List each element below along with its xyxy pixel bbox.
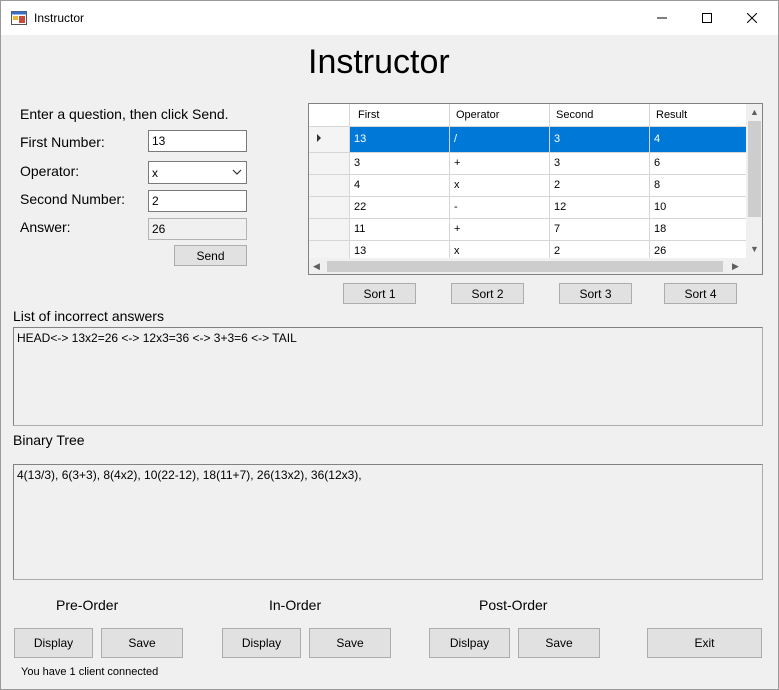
cell-operator[interactable]: x — [449, 174, 550, 197]
in-order-label: In-Order — [269, 597, 322, 613]
page-title: Instructor — [308, 43, 450, 81]
minimize-button[interactable] — [639, 1, 685, 35]
in-order-save-button[interactable]: Save — [309, 628, 391, 658]
vertical-scrollbar[interactable]: ▲ ▼ — [746, 104, 762, 258]
cell-operator[interactable]: + — [449, 152, 550, 175]
column-header-result[interactable]: Result — [649, 104, 750, 127]
cell-first[interactable]: 4 — [349, 174, 450, 197]
maximize-icon — [702, 13, 712, 23]
pre-order-display-button[interactable]: Display — [14, 628, 93, 658]
close-button[interactable] — [729, 1, 775, 35]
cell-first[interactable]: 13 — [349, 126, 450, 153]
post-order-label: Post-Order — [479, 597, 548, 613]
operator-label: Operator: — [20, 163, 80, 179]
title-bar[interactable]: Instructor — [1, 1, 778, 35]
minimize-icon — [657, 17, 667, 19]
row-selector[interactable] — [309, 152, 350, 175]
status-text: You have 1 client connected — [21, 666, 159, 678]
answer-field: 26 — [148, 218, 247, 240]
answer-label: Answer: — [20, 219, 71, 235]
cell-operator[interactable]: + — [449, 218, 550, 241]
post-order-save-button[interactable]: Save — [518, 628, 600, 658]
horizontal-scroll-thumb[interactable] — [327, 261, 723, 272]
table-row[interactable]: 3 + 3 6 — [309, 152, 750, 175]
binary-tree-box[interactable]: 4(13/3), 6(3+3), 8(4x2), 10(22-12), 18(1… — [13, 464, 763, 580]
table-row[interactable]: 22 - 12 10 — [309, 196, 750, 219]
cell-second[interactable]: 2 — [549, 174, 650, 197]
maximize-button[interactable] — [684, 1, 730, 35]
sort-1-button[interactable]: Sort 1 — [343, 283, 416, 304]
chevron-down-icon — [232, 169, 242, 175]
incorrect-answers-label: List of incorrect answers — [13, 308, 164, 324]
column-header-second[interactable]: Second — [549, 104, 650, 127]
close-icon — [747, 13, 757, 23]
in-order-display-button[interactable]: Display — [222, 628, 301, 658]
cell-second[interactable]: 12 — [549, 196, 650, 219]
pre-order-save-button[interactable]: Save — [101, 628, 183, 658]
cell-second[interactable]: 7 — [549, 218, 650, 241]
row-selector[interactable] — [309, 196, 350, 219]
row-selector[interactable] — [309, 126, 350, 153]
app-icon — [11, 11, 27, 25]
scrollbar-corner — [746, 258, 762, 274]
sort-3-button[interactable]: Sort 3 — [559, 283, 632, 304]
exit-button[interactable]: Exit — [647, 628, 762, 658]
instruction-text: Enter a question, then click Send. — [20, 106, 229, 122]
current-row-icon — [317, 133, 321, 142]
cell-operator[interactable]: / — [449, 126, 550, 153]
first-number-label: First Number: — [20, 134, 105, 150]
column-header-first[interactable]: First — [349, 104, 450, 127]
sort-2-button[interactable]: Sort 2 — [451, 283, 524, 304]
scroll-right-icon[interactable]: ▶ — [732, 261, 739, 272]
scroll-down-icon[interactable]: ▼ — [750, 244, 759, 254]
incorrect-answers-box[interactable]: HEAD<-> 13x2=26 <-> 12x3=36 <-> 3+3=6 <-… — [13, 327, 763, 426]
scroll-left-icon[interactable]: ◀ — [313, 261, 320, 272]
cell-operator[interactable]: - — [449, 196, 550, 219]
cell-first[interactable]: 3 — [349, 152, 450, 175]
cell-second[interactable]: 3 — [549, 126, 650, 153]
send-button[interactable]: Send — [174, 245, 247, 266]
cell-first[interactable]: 22 — [349, 196, 450, 219]
pre-order-label: Pre-Order — [56, 597, 119, 613]
cell-result[interactable]: 10 — [649, 196, 750, 219]
cell-result[interactable]: 6 — [649, 152, 750, 175]
scroll-up-icon[interactable]: ▲ — [750, 107, 759, 117]
sort-4-button[interactable]: Sort 4 — [664, 283, 737, 304]
horizontal-scrollbar[interactable]: ◀ ▶ — [309, 258, 746, 274]
table-row[interactable]: 4 x 2 8 — [309, 174, 750, 197]
table-row[interactable]: 13 / 3 4 — [309, 126, 750, 153]
post-order-display-button[interactable]: Dislpay — [429, 628, 510, 658]
second-number-field[interactable]: 2 — [148, 190, 247, 212]
row-selector[interactable] — [309, 218, 350, 241]
row-selector[interactable] — [309, 174, 350, 197]
questions-grid[interactable]: First Operator Second Result 13 / 3 4 3 … — [308, 103, 763, 275]
operator-selected-value: x — [152, 166, 158, 180]
cell-result[interactable]: 4 — [649, 126, 750, 153]
binary-tree-label: Binary Tree — [13, 432, 85, 448]
row-header-corner — [309, 104, 350, 127]
first-number-field[interactable]: 13 — [148, 130, 247, 152]
operator-select[interactable]: x — [148, 161, 247, 184]
second-number-label: Second Number: — [20, 191, 126, 207]
column-header-operator[interactable]: Operator — [449, 104, 550, 127]
table-row[interactable]: 11 + 7 18 — [309, 218, 750, 241]
cell-result[interactable]: 8 — [649, 174, 750, 197]
cell-second[interactable]: 3 — [549, 152, 650, 175]
grid-header-row: First Operator Second Result — [309, 104, 750, 127]
window-title: Instructor — [34, 11, 85, 25]
vertical-scroll-thumb[interactable] — [748, 121, 761, 217]
questions-table: First Operator Second Result 13 / 3 4 3 … — [309, 104, 750, 263]
cell-result[interactable]: 18 — [649, 218, 750, 241]
cell-first[interactable]: 11 — [349, 218, 450, 241]
main-window: Instructor Instructor Enter a question, … — [0, 0, 779, 690]
